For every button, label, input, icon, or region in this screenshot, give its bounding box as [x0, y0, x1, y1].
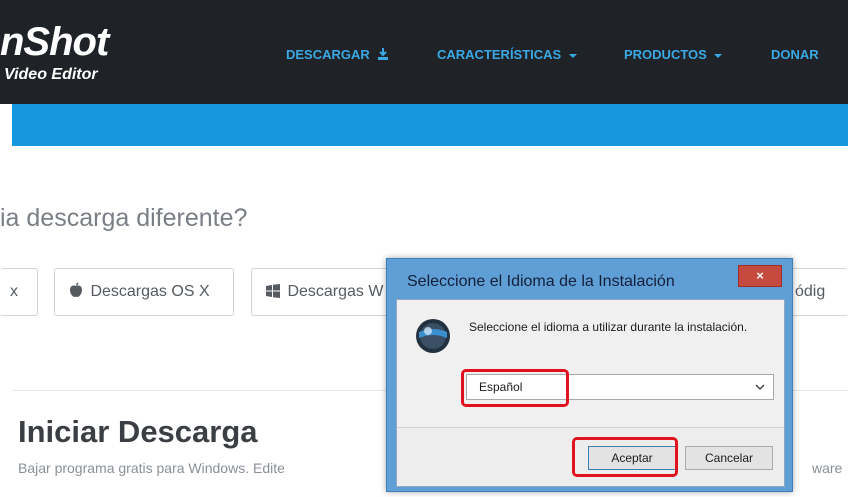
- top-navigation-bar: nShot Video Editor DESCARGAR CARACTERÍST…: [0, 0, 848, 104]
- mac-download-button[interactable]: Descargas OS X: [54, 268, 234, 316]
- caret-down-icon: [714, 53, 723, 58]
- nav-caracteristicas[interactable]: CARACTERÍSTICAS: [437, 47, 577, 67]
- source-code-label: ódig: [795, 283, 826, 300]
- nav-donar[interactable]: DONAR: [771, 47, 819, 67]
- start-download-description: Bajar programa gratis para Windows. Edit…: [18, 460, 285, 476]
- cancel-button[interactable]: Cancelar: [685, 446, 773, 470]
- close-button[interactable]: ×: [738, 265, 782, 287]
- nav-descargar-label: DESCARGAR: [286, 47, 370, 62]
- cancel-button-label: Cancelar: [704, 451, 754, 465]
- language-highlight: [461, 369, 569, 407]
- description-fragment: ware: [812, 460, 843, 476]
- nav-descargar[interactable]: DESCARGAR: [286, 47, 389, 67]
- installer-logo-icon: [416, 319, 450, 353]
- linux-download-label: x: [10, 283, 18, 300]
- blue-banner: [12, 104, 848, 146]
- start-download-heading: Iniciar Descarga: [18, 414, 258, 449]
- windows-download-button[interactable]: Descargas W: [251, 268, 401, 316]
- windows-download-label: Descargas W: [287, 283, 384, 300]
- dialog-title: Seleccione el Idioma de la Instalación: [407, 273, 675, 290]
- linux-download-button[interactable]: x: [0, 268, 38, 316]
- caret-down-icon: [568, 53, 577, 58]
- nav-caracteristicas-label: CARACTERÍSTICAS: [437, 47, 562, 62]
- alternate-download-heading: ia descarga diferente?: [0, 204, 248, 232]
- mac-download-label: Descargas OS X: [90, 283, 210, 300]
- logo-title[interactable]: nShot: [0, 22, 109, 62]
- nav-productos[interactable]: PRODUCTOS: [624, 47, 723, 67]
- apple-icon: [70, 282, 82, 297]
- logo-subtitle: Video Editor: [4, 66, 98, 83]
- download-icon: [378, 48, 389, 60]
- nav-donar-label: DONAR: [771, 47, 819, 62]
- windows-icon: [266, 284, 280, 298]
- dialog-message: Seleccione el idioma a utilizar durante …: [469, 320, 748, 334]
- chevron-down-icon: [755, 384, 765, 391]
- nav-productos-label: PRODUCTOS: [624, 47, 707, 62]
- accept-highlight: [572, 437, 678, 477]
- close-icon: ×: [756, 268, 764, 283]
